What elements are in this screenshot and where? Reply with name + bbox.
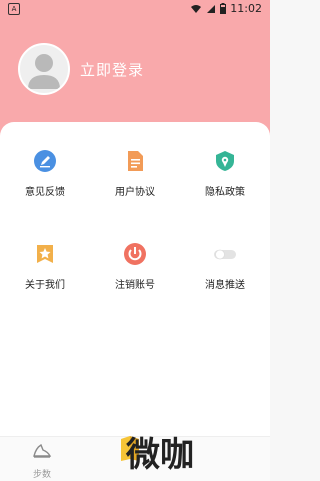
login-link[interactable]: 立即登录 [80, 59, 144, 80]
status-right: 11:02 [190, 2, 262, 15]
avatar[interactable] [18, 43, 70, 95]
menu-card: 意见反馈 用户协议 隐私政策 关于我们 注销账号 消息推送 [0, 122, 270, 442]
status-bar: A 11:02 [0, 0, 270, 20]
menu-item-label: 用户协议 [115, 187, 155, 198]
menu-item-label: 消息推送 [205, 280, 245, 291]
notification-icon: A [8, 3, 20, 15]
menu-item-label: 意见反馈 [25, 187, 65, 198]
user-avatar-icon [28, 54, 60, 89]
menu-item-push-notifications[interactable]: 消息推送 [185, 242, 265, 291]
star-badge-icon [37, 245, 53, 263]
signal-icon [207, 4, 216, 13]
menu-item-about[interactable]: 关于我们 [5, 242, 85, 291]
pencil-icon [34, 150, 56, 172]
shoe-icon [33, 443, 52, 458]
menu-item-cancel-account[interactable]: 注销账号 [95, 242, 175, 291]
menu-item-label: 注销账号 [115, 280, 155, 291]
shield-location-icon [216, 151, 234, 171]
menu-item-user-agreement[interactable]: 用户协议 [95, 149, 175, 198]
clock: 11:02 [230, 2, 262, 15]
tab-label: 步数 [32, 470, 51, 480]
wifi-icon [191, 4, 202, 13]
menu-item-privacy[interactable]: 隐私政策 [185, 149, 265, 198]
battery-icon [220, 3, 227, 14]
tab-steps[interactable]: 步数 [0, 437, 84, 481]
power-icon [124, 243, 146, 265]
toggle-icon[interactable] [213, 242, 237, 266]
menu-item-label: 隐私政策 [205, 187, 245, 198]
brand-logo: 微咖 [121, 435, 194, 475]
menu-item-label: 关于我们 [25, 280, 65, 291]
menu-item-feedback[interactable]: 意见反馈 [5, 149, 85, 198]
document-icon [128, 151, 143, 171]
brand-text: 微咖 [125, 435, 194, 475]
